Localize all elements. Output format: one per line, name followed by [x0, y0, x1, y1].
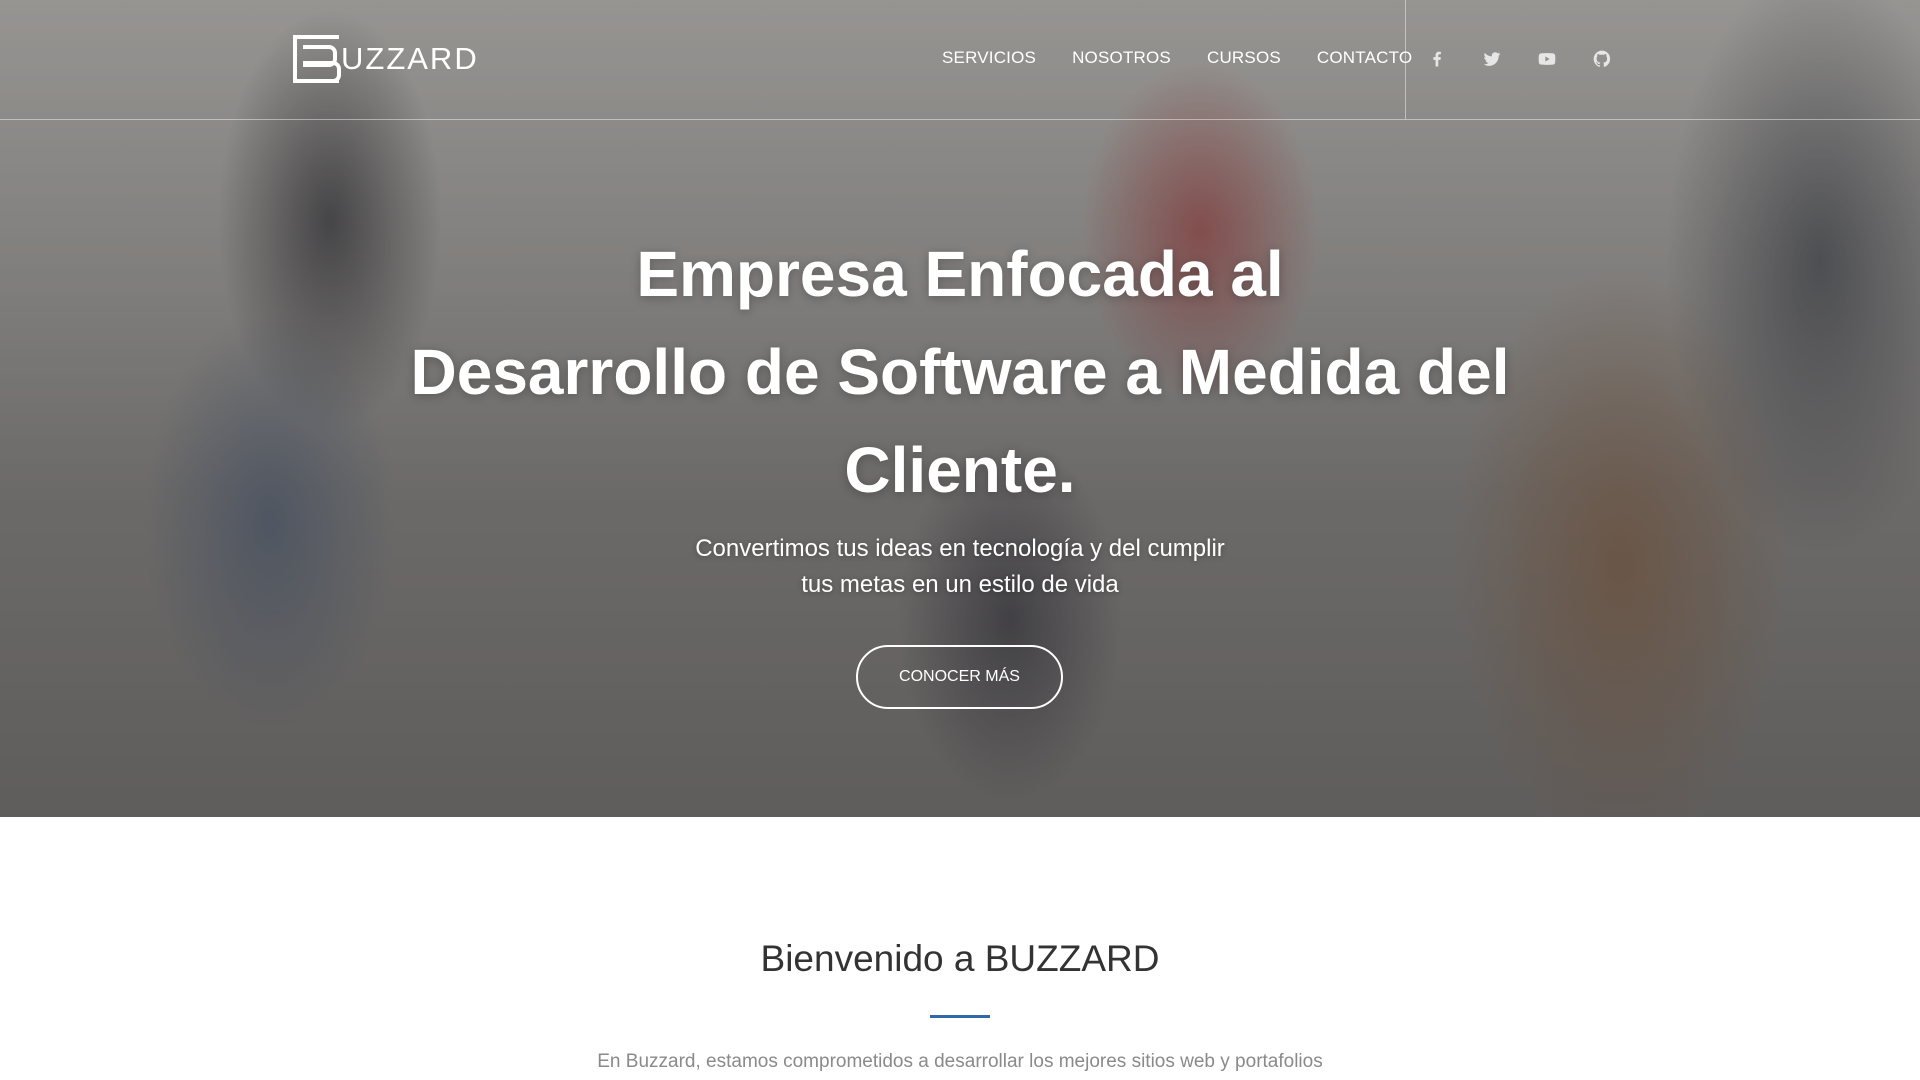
facebook-icon[interactable] [1424, 46, 1450, 72]
hero-subtitle: Convertimos tus ideas en tecnología y de… [660, 531, 1260, 603]
hero-section: UZZARD SERVICIOS NOSOTROS CURSOS CONTACT… [0, 0, 1920, 817]
logo-text: UZZARD [341, 41, 479, 76]
hero-subtitle-line1: Convertimos tus ideas en tecnología y de… [695, 535, 1225, 562]
nav-item-servicios[interactable]: SERVICIOS [942, 48, 1036, 68]
welcome-text: En Buzzard, estamos comprometidos a desa… [597, 1051, 1323, 1072]
nav-item-cursos[interactable]: CURSOS [1207, 48, 1281, 68]
welcome-divider [930, 1015, 990, 1018]
header-divider [0, 119, 1920, 120]
nav-item-contacto[interactable]: CONTACTO [1317, 48, 1412, 68]
hero-subtitle-line2: tus metas en un estilo de vida [801, 571, 1119, 598]
nav-item-nosotros[interactable]: NOSOTROS [1072, 48, 1171, 68]
main-nav: SERVICIOS NOSOTROS CURSOS CONTACTO [942, 48, 1448, 68]
hero-title-line1: Empresa Enfocada al [636, 238, 1284, 310]
welcome-title: Bienvenido a BUZZARD [760, 938, 1160, 979]
youtube-icon[interactable] [1534, 46, 1560, 72]
hero-title-line2: Desarrollo de Software a Medida del [410, 336, 1510, 408]
logo-b-mark [293, 35, 341, 83]
github-icon[interactable] [1589, 46, 1615, 72]
hero-title-line3: Cliente. [844, 434, 1076, 506]
conocer-mas-button[interactable]: CONOCER MÁS [856, 645, 1063, 709]
social-links [1424, 46, 1644, 72]
twitter-icon[interactable] [1479, 46, 1505, 72]
hero-title: Empresa Enfocada al Desarrollo de Softwa… [360, 225, 1560, 519]
brand-logo[interactable]: UZZARD [293, 33, 479, 85]
